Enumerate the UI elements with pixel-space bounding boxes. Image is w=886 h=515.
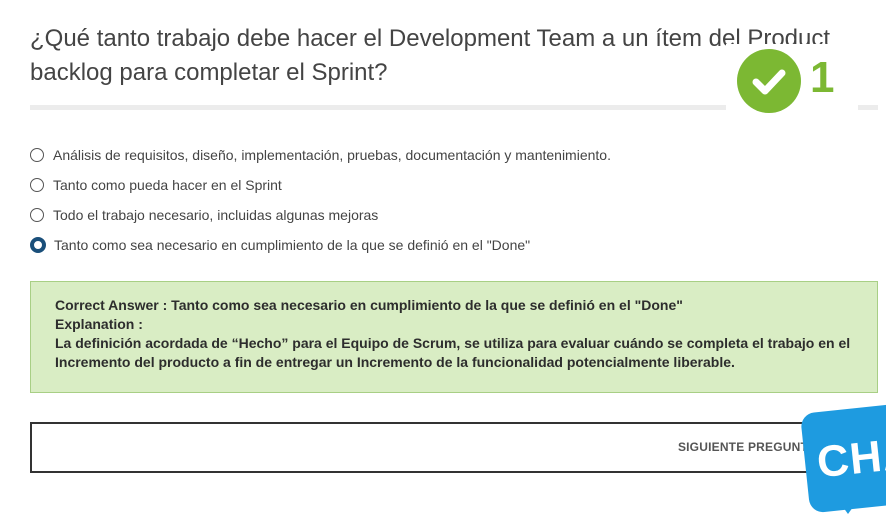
check-icon bbox=[737, 49, 801, 113]
explanation-text: La definición acordada de “Hecho” para e… bbox=[55, 335, 851, 370]
option-label: Todo el trabajo necesario, incluidas alg… bbox=[53, 207, 379, 223]
chat-label: CHAT bbox=[814, 425, 886, 488]
radio-button[interactable] bbox=[30, 208, 44, 222]
score-badge: 1 bbox=[726, 44, 858, 113]
option-label: Análisis de requisitos, diseño, implemen… bbox=[53, 147, 611, 163]
radio-button[interactable] bbox=[30, 178, 44, 192]
explanation-label: Explanation : bbox=[55, 316, 143, 332]
answer-feedback: Correct Answer : Tanto como sea necesari… bbox=[30, 281, 878, 393]
option-1[interactable]: Análisis de requisitos, diseño, implemen… bbox=[30, 140, 611, 170]
option-label: Tanto como sea necesario en cumplimiento… bbox=[54, 237, 531, 253]
option-3[interactable]: Todo el trabajo necesario, incluidas alg… bbox=[30, 200, 611, 230]
radio-button[interactable] bbox=[30, 148, 44, 162]
option-label: Tanto como pueda hacer en el Sprint bbox=[53, 177, 282, 193]
option-2[interactable]: Tanto como pueda hacer en el Sprint bbox=[30, 170, 611, 200]
next-question-button[interactable]: SIGUIENTE PREGUNTA bbox=[30, 422, 878, 473]
correct-answer-text: Correct Answer : Tanto como sea necesari… bbox=[55, 297, 683, 313]
answer-options: Análisis de requisitos, diseño, implemen… bbox=[30, 140, 611, 260]
radio-button-selected[interactable] bbox=[30, 237, 46, 253]
chat-widget-button[interactable]: CHAT bbox=[800, 403, 886, 514]
next-question-label: SIGUIENTE PREGUNTA bbox=[677, 440, 816, 454]
chat-bubble-tail bbox=[838, 500, 858, 514]
option-4[interactable]: Tanto como sea necesario en cumplimiento… bbox=[30, 230, 611, 260]
score-value: 1 bbox=[810, 53, 835, 102]
